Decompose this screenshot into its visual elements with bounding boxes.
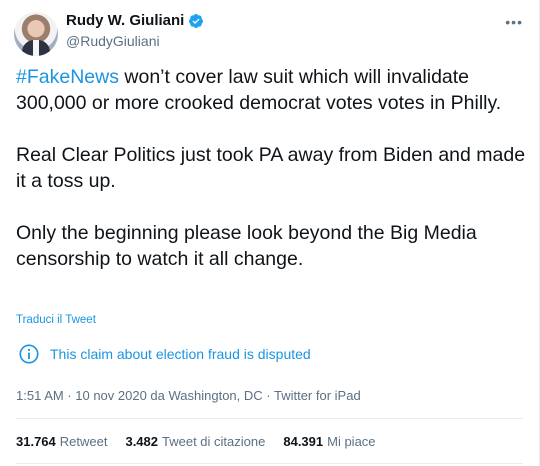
divider bbox=[16, 418, 523, 419]
tweet-paragraph-1: #FakeNews won’t cover law suit which wil… bbox=[16, 64, 526, 116]
tweet-card: Rudy W. Giuliani @RudyGiuliani ••• #Fake… bbox=[0, 0, 540, 466]
info-icon bbox=[19, 344, 39, 364]
like-count[interactable]: 84.391 Mi piace bbox=[283, 434, 375, 449]
tweet-timestamp[interactable]: 1:51 AM · 10 nov 2020 da Washington, DC … bbox=[16, 388, 361, 403]
stat-number: 3.482 bbox=[125, 434, 159, 449]
stat-label: Tweet di citazione bbox=[162, 434, 266, 449]
stat-label: Mi piace bbox=[327, 434, 376, 449]
stat-number: 31.764 bbox=[16, 434, 56, 449]
disputed-claim-notice[interactable]: This claim about election fraud is dispu… bbox=[16, 336, 520, 372]
tweet-text: #FakeNews won’t cover law suit which wil… bbox=[16, 64, 526, 272]
verified-badge-icon bbox=[189, 13, 204, 28]
tweet-stats: 31.764 Retweet 3.482 Tweet di citazione 84… bbox=[16, 434, 394, 449]
avatar-figure bbox=[22, 40, 50, 56]
hashtag-link[interactable]: #FakeNews bbox=[16, 66, 119, 88]
stat-number: 84.391 bbox=[283, 434, 324, 449]
stat-label: Retweet bbox=[59, 434, 108, 449]
name-line: Rudy W. Giuliani bbox=[66, 12, 204, 29]
quote-tweet-count[interactable]: 3.482 Tweet di citazione bbox=[125, 434, 265, 449]
disputed-claim-text[interactable]: This claim about election fraud is dispu… bbox=[50, 346, 311, 362]
tweet-paragraph-2: Real Clear Politics just took PA away fr… bbox=[16, 144, 526, 192]
more-options-icon[interactable]: ••• bbox=[505, 14, 523, 30]
author-handle[interactable]: @RudyGiuliani bbox=[66, 33, 204, 49]
avatar[interactable] bbox=[14, 12, 58, 56]
tweet-header: Rudy W. Giuliani @RudyGiuliani bbox=[66, 12, 204, 49]
translate-tweet-link[interactable]: Traduci il Tweet bbox=[16, 314, 96, 326]
tweet-paragraph-3: Only the beginning please look beyond th… bbox=[16, 222, 477, 270]
divider bbox=[16, 463, 523, 464]
author-name[interactable]: Rudy W. Giuliani bbox=[66, 12, 184, 29]
retweet-count[interactable]: 31.764 Retweet bbox=[16, 434, 107, 449]
